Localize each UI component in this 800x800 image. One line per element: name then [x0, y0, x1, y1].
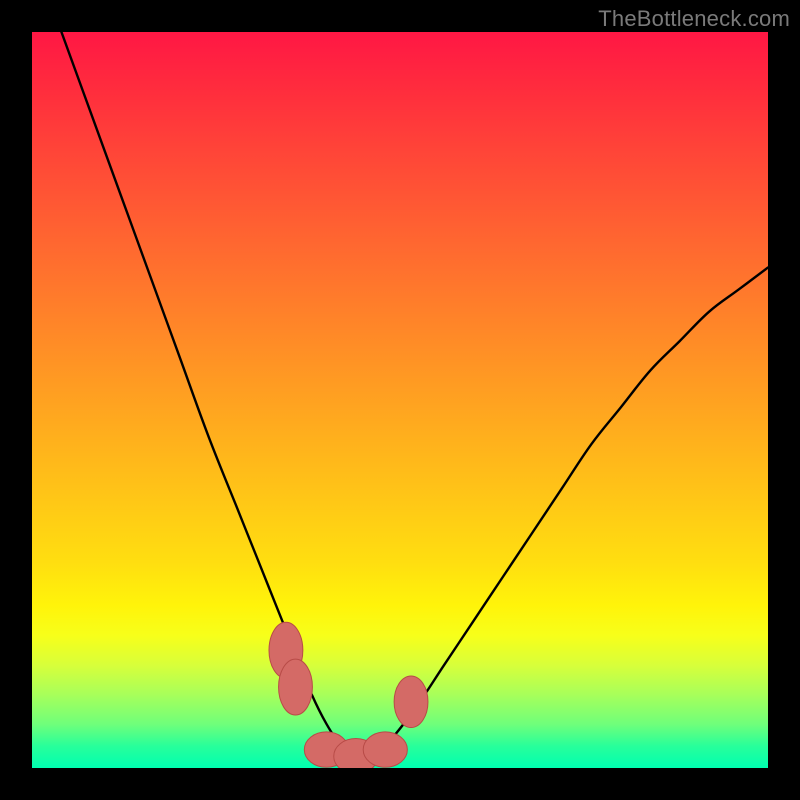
trough-marker-3 [363, 732, 407, 767]
left-marker-lower [279, 659, 313, 715]
watermark-text: TheBottleneck.com [598, 6, 790, 32]
chart-frame: TheBottleneck.com [0, 0, 800, 800]
bottleneck-curve [61, 32, 768, 758]
plot-area [32, 32, 768, 768]
right-marker [394, 676, 428, 728]
chart-svg [32, 32, 768, 768]
data-markers [269, 622, 428, 768]
